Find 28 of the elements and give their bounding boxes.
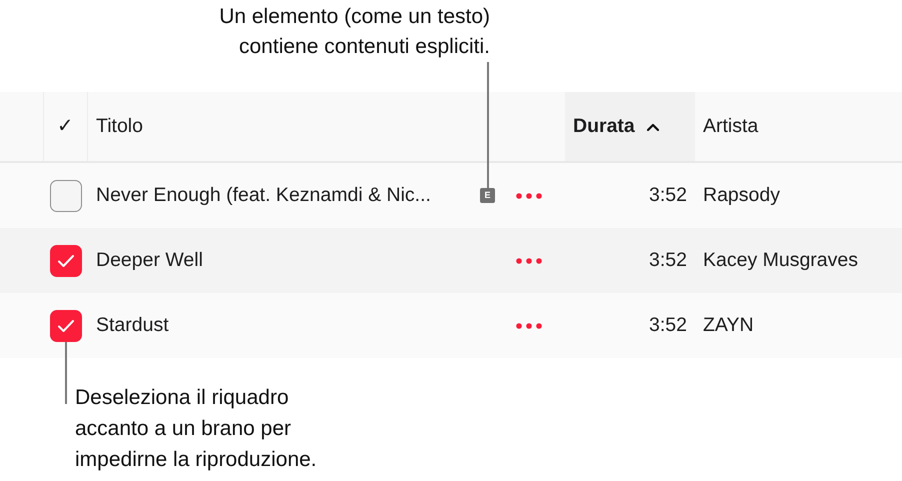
- checkmark-icon: [57, 254, 75, 268]
- column-header[interactable]: Titolo: [88, 92, 480, 161]
- more-icon[interactable]: [516, 258, 542, 264]
- duration-text: 3:52: [649, 248, 687, 273]
- callout-text: Deseleziona il riquadro accanto a un brano per impedirne la riproduzione.: [75, 385, 318, 473]
- artist-name: Rapsody: [703, 182, 780, 208]
- duration-text: 3:52: [649, 182, 687, 208]
- checkbox[interactable]: [50, 180, 82, 212]
- checkbox[interactable]: [50, 244, 82, 276]
- callout-text: Un elemento (come un testo) contiene contenuti espliciti.: [219, 4, 490, 60]
- checkmark-icon: [57, 318, 75, 332]
- explicit-badge: E: [480, 188, 495, 203]
- checkbox[interactable]: [50, 310, 82, 342]
- duration-text: 3:52: [649, 312, 687, 338]
- song-title: Never Enough (feat. Keznamdi & Nic...: [96, 182, 431, 208]
- table-row[interactable]: Never Enough (feat. Keznamdi & Nic... E 3:52 Rapsody: [0, 163, 902, 228]
- artist-name: Kacey Musgraves: [703, 248, 858, 273]
- column-header[interactable]: Durata: [565, 92, 695, 161]
- table-row[interactable]: Deeper Well 3:52 Kacey Musgraves: [0, 228, 902, 293]
- more-icon[interactable]: [516, 192, 542, 198]
- more-icon[interactable]: [516, 322, 542, 328]
- column-header[interactable]: Artista: [695, 92, 902, 161]
- leader-line: [65, 342, 67, 404]
- song-title: Stardust: [96, 312, 169, 338]
- artist-name: ZAYN: [703, 312, 754, 338]
- table-row[interactable]: Stardust 3:52 ZAYN: [0, 293, 902, 358]
- song-title: Deeper Well: [96, 248, 203, 273]
- column-header[interactable]: ✓: [44, 92, 88, 161]
